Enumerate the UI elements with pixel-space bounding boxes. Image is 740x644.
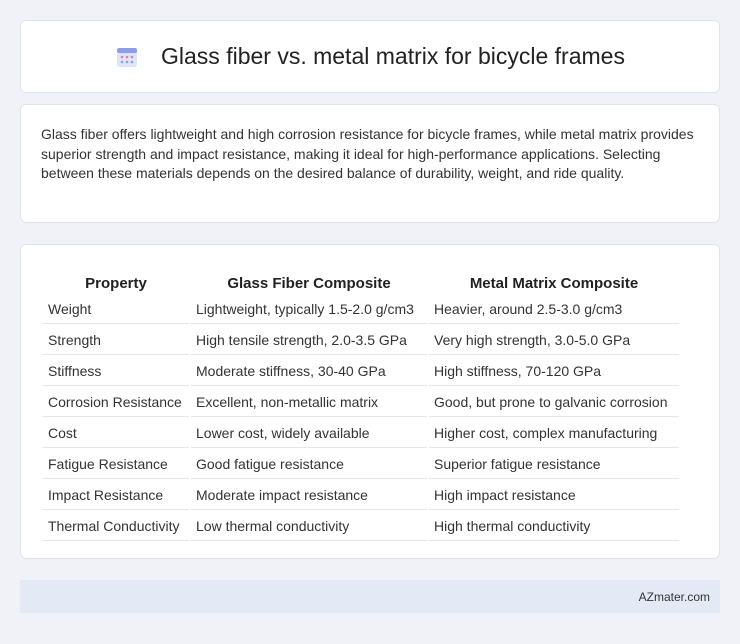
glass-fiber-cell: Lightweight, typically 1.5-2.0 g/cm3 — [191, 295, 427, 324]
metal-matrix-cell: Very high strength, 3.0-5.0 GPa — [429, 326, 679, 355]
metal-matrix-cell: Higher cost, complex manufacturing — [429, 419, 679, 448]
glass-fiber-cell: Excellent, non-metallic matrix — [191, 388, 427, 417]
table-row: Cost Lower cost, widely available Higher… — [43, 419, 679, 448]
metal-matrix-cell: Heavier, around 2.5-3.0 g/cm3 — [429, 295, 679, 324]
property-cell: Strength — [43, 326, 189, 355]
table-row: Weight Lightweight, typically 1.5-2.0 g/… — [43, 295, 679, 324]
header-metal-matrix: Metal Matrix Composite — [469, 274, 639, 292]
property-cell: Weight — [43, 295, 189, 324]
table-row: Corrosion Resistance Excellent, non-meta… — [43, 388, 679, 417]
summary-text: Glass fiber offers lightweight and high … — [41, 126, 694, 181]
header-property: Property — [85, 274, 147, 292]
table-row: Impact Resistance Moderate impact resist… — [43, 481, 679, 510]
table-row: Thermal Conductivity Low thermal conduct… — [43, 512, 679, 541]
glass-fiber-cell: Moderate impact resistance — [191, 481, 427, 510]
page-title: Glass fiber vs. metal matrix for bicycle… — [161, 43, 625, 69]
table-row: Strength High tensile strength, 2.0-3.5 … — [43, 326, 679, 355]
table-header-row: Property Glass Fiber Composite Metal Mat… — [43, 267, 679, 293]
summary-card: Glass fiber offers lightweight and high … — [20, 104, 720, 223]
comparison-table: Property Glass Fiber Composite Metal Mat… — [41, 265, 681, 543]
property-cell: Corrosion Resistance — [43, 388, 189, 417]
glass-fiber-cell: Good fatigue resistance — [191, 450, 427, 479]
footer: AZmater.com — [20, 580, 720, 613]
source-link[interactable]: AZmater.com — [639, 590, 710, 604]
property-cell: Impact Resistance — [43, 481, 189, 510]
property-cell: Thermal Conductivity — [43, 512, 189, 541]
metal-matrix-cell: High thermal conductivity — [429, 512, 679, 541]
table-row: Fatigue Resistance Good fatigue resistan… — [43, 450, 679, 479]
property-cell: Cost — [43, 419, 189, 448]
glass-fiber-cell: Moderate stiffness, 30-40 GPa — [191, 357, 427, 386]
property-cell: Fatigue Resistance — [43, 450, 189, 479]
title-card: Glass fiber vs. metal matrix for bicycle… — [20, 20, 720, 93]
metal-matrix-cell: Superior fatigue resistance — [429, 450, 679, 479]
calendar-icon — [117, 47, 138, 67]
glass-fiber-cell: Low thermal conductivity — [191, 512, 427, 541]
header-glass-fiber: Glass Fiber Composite — [227, 274, 391, 292]
table-row: Stiffness Moderate stiffness, 30-40 GPa … — [43, 357, 679, 386]
glass-fiber-cell: High tensile strength, 2.0-3.5 GPa — [191, 326, 427, 355]
metal-matrix-cell: High stiffness, 70-120 GPa — [429, 357, 679, 386]
property-cell: Stiffness — [43, 357, 189, 386]
comparison-card: Property Glass Fiber Composite Metal Mat… — [20, 244, 720, 559]
metal-matrix-cell: Good, but prone to galvanic corrosion — [429, 388, 679, 417]
metal-matrix-cell: High impact resistance — [429, 481, 679, 510]
glass-fiber-cell: Lower cost, widely available — [191, 419, 427, 448]
